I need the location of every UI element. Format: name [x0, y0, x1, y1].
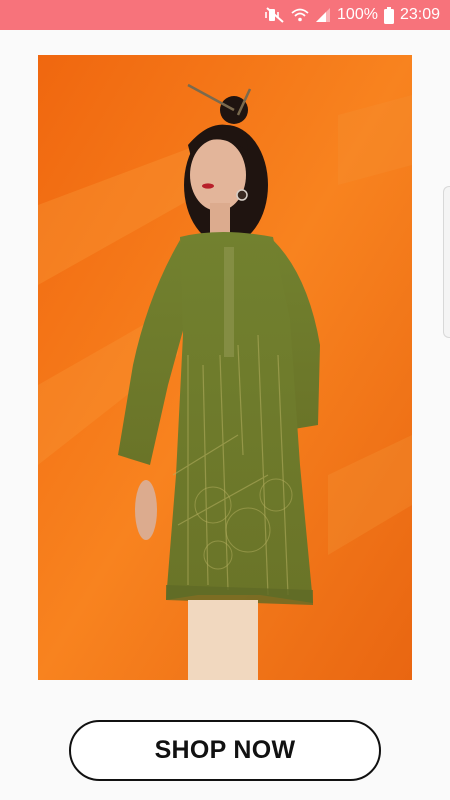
earring — [236, 189, 248, 201]
face — [190, 139, 246, 211]
cellular-signal-icon — [315, 7, 331, 23]
left-hand — [135, 480, 157, 540]
product-photo — [38, 55, 412, 680]
wifi-icon — [291, 7, 309, 23]
lips — [202, 183, 214, 189]
product-image[interactable] — [38, 55, 412, 680]
battery-icon — [383, 6, 394, 24]
shop-now-button[interactable]: SHOP NOW — [69, 720, 381, 781]
status-icons: 100% 23:09 — [265, 0, 440, 30]
embroidered-placket — [224, 247, 234, 357]
status-bar: 100% 23:09 — [0, 0, 450, 30]
mute-vibrate-icon — [265, 6, 285, 24]
neck — [210, 203, 230, 233]
battery-percent: 100% — [337, 6, 378, 23]
side-scroll-handle[interactable] — [443, 186, 450, 338]
clock: 23:09 — [399, 6, 440, 23]
trousers — [188, 600, 258, 680]
promo-screen: SHOP NOW — [0, 30, 450, 800]
